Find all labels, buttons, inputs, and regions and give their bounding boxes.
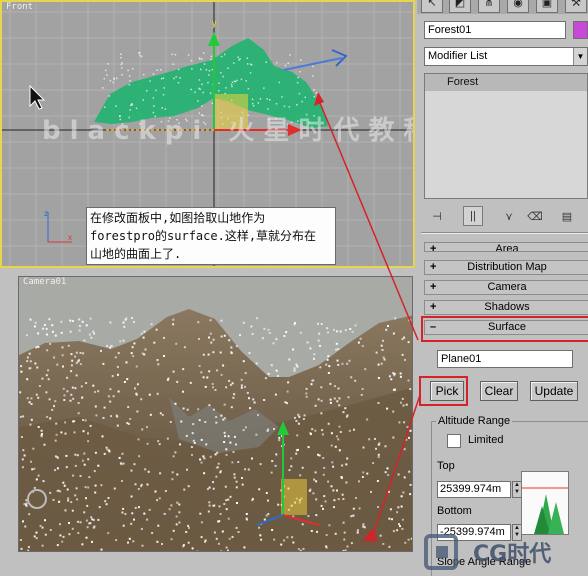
cg-logo: CG时代 [420, 528, 588, 576]
rollout-camera[interactable]: + Camera [424, 280, 588, 295]
callout-line-2: forestpro的surface.这样,草就分布在 [90, 229, 317, 243]
svg-text:z: z [44, 209, 48, 218]
preview-tree-icon [522, 487, 568, 534]
object-name-field[interactable]: Forest01 [424, 21, 566, 39]
altitude-preview [521, 471, 569, 535]
rollout-area[interactable]: + Area [424, 242, 588, 252]
stack-toolbar: ⊣ || ⋎ ⌫ ▤ [417, 203, 588, 229]
update-button[interactable]: Update [530, 381, 578, 401]
remove-modifier-icon[interactable]: ⌫ [525, 206, 545, 226]
viewport-divider [0, 268, 18, 576]
panel-separator [421, 232, 588, 234]
rollout-distribution-map[interactable]: + Distribution Map [424, 260, 588, 275]
altitude-range-title: Altitude Range [436, 414, 513, 428]
command-panel: ↖ ◩ ⋔ ◉ ▣ ⚒ Forest01 Modifier List ▼ For… [417, 0, 588, 576]
motion-tab-icon[interactable]: ◉ [507, 0, 529, 13]
surface-object-field[interactable]: Plane01 [437, 350, 573, 368]
svg-text:y: y [212, 18, 217, 28]
stack-item-forest[interactable]: Forest [425, 74, 587, 91]
bottom-label: Bottom [437, 505, 472, 517]
modifier-list-dropdown[interactable]: Modifier List ▼ [424, 47, 588, 66]
display-tab-icon[interactable]: ▣ [536, 0, 558, 13]
modifier-stack[interactable]: Forest [424, 73, 588, 199]
limited-label: Limited [468, 434, 504, 446]
configure-sets-icon[interactable]: ▤ [557, 206, 577, 226]
cg-logo-icon [424, 534, 458, 570]
chevron-down-icon[interactable]: ▼ [573, 48, 587, 65]
rollout-shadows[interactable]: + Shadows [424, 300, 588, 315]
clear-button[interactable]: Clear [480, 381, 518, 401]
show-end-result-icon[interactable]: || [463, 206, 483, 226]
terrain-render [19, 277, 412, 551]
pin-stack-icon[interactable]: ⊣ [427, 206, 447, 226]
svg-text:x: x [68, 233, 72, 242]
top-value-field[interactable]: 25399.974m [437, 481, 511, 498]
pick-highlight [419, 376, 468, 406]
mouse-cursor [29, 84, 46, 110]
logo-text: CG时代 [473, 542, 552, 567]
hierarchy-tab-icon[interactable]: ⋔ [478, 0, 500, 13]
modify-tab-icon[interactable]: ◩ [449, 0, 471, 13]
max-workspace: y z x Front blackpi 火星时代教程 Camera01 在修改面… [0, 0, 588, 576]
surface-highlight [421, 316, 588, 342]
viewport-label-camera[interactable]: Camera01 [23, 277, 66, 287]
modifier-list-label: Modifier List [428, 50, 488, 62]
limited-checkbox[interactable] [447, 434, 461, 448]
watermark-text: blackpi 火星时代教程 [42, 116, 415, 146]
panel-tab-bar: ↖ ◩ ⋔ ◉ ▣ ⚒ [417, 0, 588, 14]
create-tab-icon[interactable]: ↖ [421, 0, 443, 13]
make-unique-icon[interactable]: ⋎ [499, 206, 519, 226]
utilities-tab-icon[interactable]: ⚒ [565, 0, 587, 13]
callout-line-3: 山地的曲面上了. [90, 247, 182, 261]
top-label: Top [437, 460, 455, 472]
object-color-swatch[interactable] [573, 21, 588, 39]
status-strip [0, 552, 415, 576]
camera-viewport[interactable]: Camera01 [18, 276, 413, 552]
viewport-label-front[interactable]: Front [6, 2, 33, 12]
annotation-callout: 在修改面板中,如图拾取山地作为 forestpro的surface.这样,草就分… [86, 207, 336, 265]
callout-line-1: 在修改面板中,如图拾取山地作为 [90, 211, 266, 225]
